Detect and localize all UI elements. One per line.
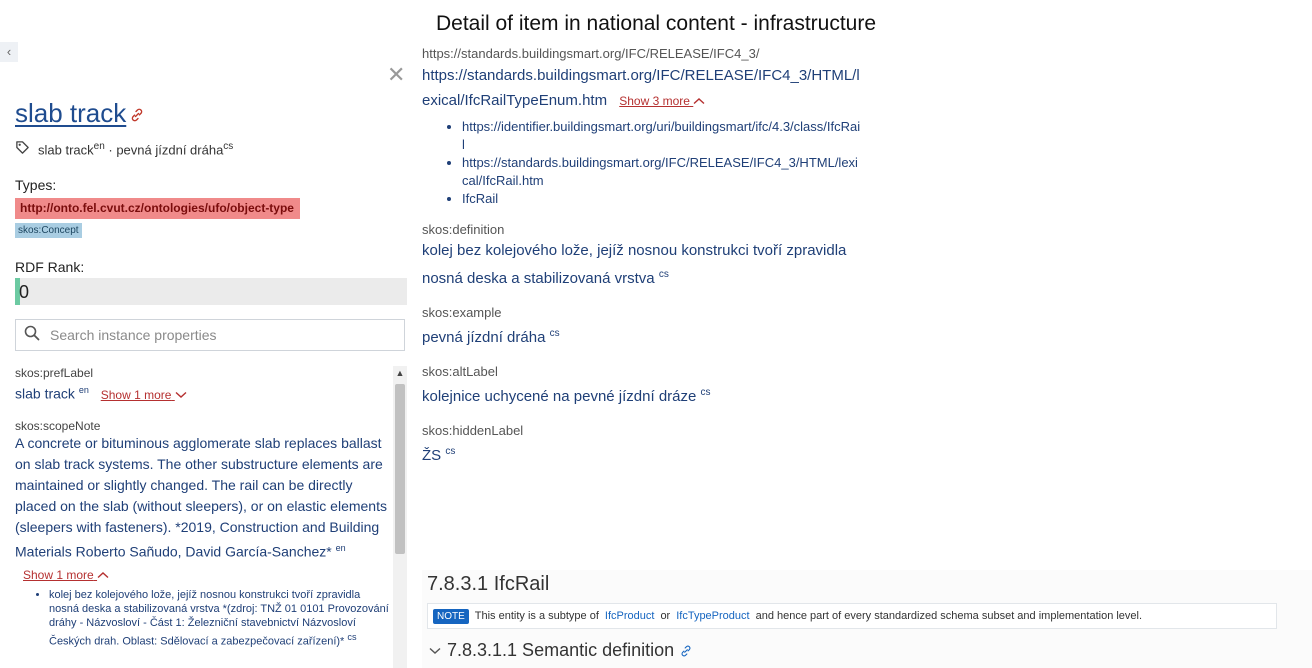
note-text-or: or: [660, 610, 671, 622]
scopenote-more-list: kolej bez kolejového lože, jejíž nosnou …: [25, 588, 390, 649]
prop-value-scopenote: A concrete or bituminous agglomerate sla…: [15, 434, 387, 560]
chevron-up-icon: [693, 98, 705, 105]
anchor-link-icon: [681, 645, 691, 656]
prop-key-altlabel: skos:altLabel: [422, 364, 498, 379]
type-badge-object-type[interactable]: http://onto.fel.cvut.cz/ontologies/ufo/o…: [15, 198, 300, 219]
list-item[interactable]: IfcRail: [462, 190, 862, 208]
rdf-rank-label: RDF Rank:: [15, 259, 85, 275]
note-text-post: and hence part of every standardized sch…: [755, 610, 1143, 622]
search-input[interactable]: [48, 326, 392, 344]
scrollbar-thumb[interactable]: [395, 384, 405, 554]
prop-value-example: pevná jízdní dráha cs: [422, 328, 560, 346]
prop-key-preflabel: skos:prefLabel: [15, 366, 94, 380]
prop-value-altlabel: kolejnice uchycené na pevné jízdní dráze…: [422, 387, 711, 405]
search-box[interactable]: [15, 319, 405, 351]
label-row: slab tracken · pevná jízdní dráhacs: [15, 140, 233, 158]
prop-value-url: https://standards.buildingsmart.org/IFC/…: [422, 63, 862, 114]
types-label: Types:: [15, 177, 57, 193]
extra-properties: https://standards.buildingsmart.org/IFC/…: [422, 46, 862, 468]
ifc-note: NOTE This entity is a subtype of IfcProd…: [427, 603, 1277, 629]
properties-scrollbar[interactable]: ▲: [393, 366, 407, 668]
close-icon[interactable]: ✕: [387, 64, 405, 86]
properties-list: skos:prefLabel slab track en Show 1 more…: [15, 366, 390, 649]
prop-key-hiddenlabel: skos:hiddenLabel: [422, 423, 524, 438]
show-more-preflabel[interactable]: Show 1 more: [101, 388, 187, 402]
list-item[interactable]: https://identifier.buildingsmart.org/uri…: [462, 118, 862, 154]
note-text-pre: This entity is a subtype of: [474, 610, 599, 622]
show-more-urls[interactable]: Show 3 more: [619, 94, 705, 108]
type-badge-concept[interactable]: skos:Concept: [15, 223, 82, 238]
prop-value-preflabel: slab track en Show 1 more: [15, 380, 390, 406]
prop-value-hiddenlabel: ŽS cs: [422, 446, 456, 464]
list-item: kolej bez kolejového lože, jejíž nosnou …: [49, 588, 390, 649]
tag-icon: [15, 140, 30, 158]
label-values: slab tracken · pevná jízdní dráhacs: [38, 140, 234, 158]
prop-key-example: skos:example: [422, 305, 502, 320]
prop-key-url: https://standards.buildingsmart.org/IFC/…: [422, 46, 760, 61]
note-badge: NOTE: [433, 608, 469, 624]
semantic-definition-heading[interactable]: 7.8.3.1.1 Semantic definition: [429, 640, 692, 661]
rdf-rank-bar: 0: [15, 278, 407, 305]
prop-key-scopenote: skos:scopeNote: [15, 418, 101, 433]
ifctypeproduct-link[interactable]: IfcTypeProduct: [676, 610, 749, 622]
rdf-rank-value: 0: [19, 282, 30, 302]
permalink-icon[interactable]: [130, 108, 144, 127]
prop-value-definition: kolej bez kolejového lože, jejíž nosnou …: [422, 242, 847, 287]
chevron-down-icon: [175, 391, 187, 398]
ifc-doc-snippet: 7.8.3.1 IfcRail NOTE This entity is a su…: [422, 570, 1312, 668]
ifc-heading: 7.8.3.1 IfcRail: [427, 573, 550, 595]
list-item[interactable]: https://standards.buildingsmart.org/IFC/…: [462, 154, 862, 190]
scroll-up-icon[interactable]: ▲: [393, 366, 407, 380]
show-more-scopenote[interactable]: Show 1 more: [23, 568, 109, 582]
ifcproduct-link[interactable]: IfcProduct: [605, 610, 655, 622]
search-icon: [24, 325, 40, 346]
resource-title-link[interactable]: slab track: [15, 98, 126, 129]
prop-key-definition: skos:definition: [422, 222, 505, 237]
page-title: Detail of item in national content - inf…: [435, 12, 877, 35]
chevron-down-icon: [429, 647, 441, 654]
url-more-list: https://identifier.buildingsmart.org/uri…: [422, 118, 862, 208]
chevron-up-icon: [97, 572, 109, 579]
